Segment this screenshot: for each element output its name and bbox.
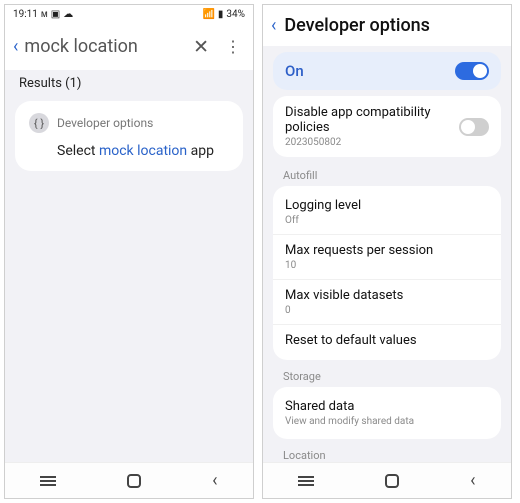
home-button[interactable]: [127, 474, 141, 488]
status-bar: 19:11 ᴍ ▣ ☁ 📶 ▮ 34%: [5, 5, 253, 25]
result-item[interactable]: Select mock location app: [29, 143, 229, 159]
results-count: Results (1): [5, 70, 253, 95]
row-max-visible[interactable]: Max visible datasets 0: [273, 279, 501, 324]
back-icon[interactable]: ‹: [13, 36, 18, 57]
wifi-icon: 📶: [202, 10, 214, 20]
section-autofill: Autofill: [263, 161, 511, 184]
section-storage: Storage: [263, 362, 511, 385]
left-screenshot: 19:11 ᴍ ▣ ☁ 📶 ▮ 34% ‹ mock location ✕ ⋮ …: [4, 4, 254, 499]
developer-icon: { }: [29, 113, 49, 133]
recents-button[interactable]: [298, 476, 314, 486]
result-section: { } Developer options: [29, 113, 229, 133]
section-location: Location: [263, 441, 511, 464]
master-toggle-switch[interactable]: [455, 62, 489, 80]
master-toggle-row[interactable]: On: [273, 52, 501, 90]
right-screenshot: ‹ Developer options On Disable app compa…: [262, 4, 512, 499]
page-header: ‹ Developer options: [263, 5, 511, 46]
clock: 19:11: [13, 10, 38, 20]
search-query[interactable]: mock location: [24, 36, 181, 57]
notif-icon: ᴍ: [41, 10, 48, 20]
autofill-group: Logging level Off Max requests per sessi…: [273, 186, 501, 360]
search-header: ‹ mock location ✕ ⋮: [5, 25, 253, 70]
recents-button[interactable]: [40, 476, 56, 486]
back-button[interactable]: ‹: [470, 470, 475, 491]
compat-toggle-switch[interactable]: [459, 118, 490, 136]
row-max-requests[interactable]: Max requests per session 10: [273, 234, 501, 279]
row-logging-level[interactable]: Logging level Off: [273, 190, 501, 234]
notif-icon: ☁: [63, 10, 73, 20]
row-shared-data[interactable]: Shared data View and modify shared data: [273, 391, 501, 435]
home-button[interactable]: [385, 474, 399, 488]
signal-icon: ▮: [218, 10, 224, 20]
master-toggle-label: On: [285, 62, 304, 80]
back-button[interactable]: ‹: [212, 470, 217, 491]
battery-text: 34%: [226, 10, 245, 20]
clear-icon[interactable]: ✕: [187, 35, 215, 58]
result-card[interactable]: { } Developer options Select mock locati…: [15, 101, 243, 171]
page-title: Developer options: [284, 15, 430, 36]
row-disable-compat[interactable]: Disable app compatibility policies 20230…: [273, 96, 501, 157]
row-reset-defaults[interactable]: Reset to default values: [273, 324, 501, 356]
back-icon[interactable]: ‹: [271, 15, 276, 36]
nav-bar: ‹: [263, 462, 511, 498]
notif-icon: ▣: [51, 10, 60, 20]
more-icon[interactable]: ⋮: [221, 37, 245, 56]
nav-bar: ‹: [5, 462, 253, 498]
storage-group: Shared data View and modify shared data: [273, 387, 501, 439]
